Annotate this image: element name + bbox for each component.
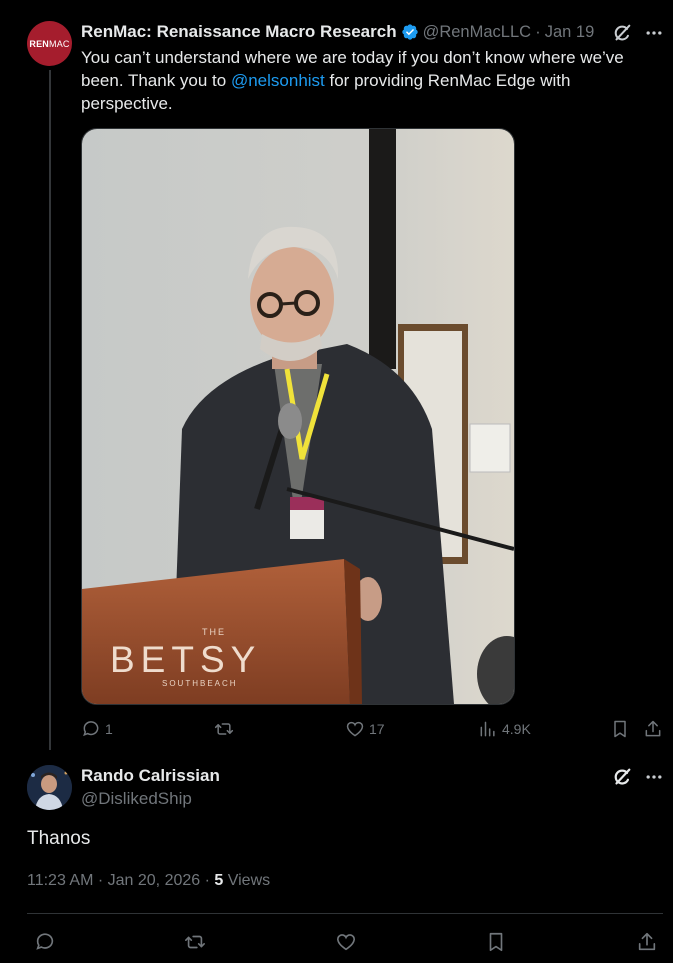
reply-icon[interactable]: [34, 931, 56, 953]
more-icon[interactable]: [643, 23, 665, 43]
reply-views-label: Views: [223, 872, 271, 889]
thread-connector-line: [49, 70, 51, 750]
more-icon[interactable]: [643, 767, 665, 787]
podium-text-the: THE: [202, 627, 226, 637]
like-icon[interactable]: [335, 931, 357, 953]
divider: [27, 913, 663, 914]
speaker-photo-illustration: THE BETSY SOUTHBEACH: [82, 129, 514, 704]
views-icon: [480, 721, 495, 737]
grok-icon[interactable]: [611, 22, 633, 44]
views-count: 4.9K: [502, 721, 531, 737]
bookmark-button[interactable]: [610, 717, 634, 741]
reply-icon: [83, 721, 99, 737]
rando-avatar[interactable]: [27, 765, 72, 810]
share-icon: [645, 720, 661, 737]
tweet-date[interactable]: Jan 19: [545, 23, 595, 42]
reply-text: Thanos: [27, 828, 91, 849]
tweet-photo[interactable]: THE BETSY SOUTHBEACH: [81, 128, 515, 705]
verified-badge-icon: [401, 24, 418, 40]
tweet-text: You can’t understand where we are today …: [81, 46, 651, 115]
repost-icon: [214, 723, 234, 735]
avatar-logo-text: RENMAC: [29, 38, 70, 49]
repost-icon[interactable]: [184, 931, 206, 953]
reply-author-handle[interactable]: @DislikedShip: [81, 789, 192, 809]
mention-link[interactable]: @nelsonhist: [231, 71, 325, 90]
podium-text-southbeach: SOUTHBEACH: [162, 679, 238, 688]
views-button[interactable]: 4.9K: [478, 717, 531, 741]
reply-time[interactable]: 11:23 AM · Jan 20, 2026 ·: [27, 872, 214, 889]
share-icon[interactable]: [636, 931, 658, 953]
reply-author-name[interactable]: Rando Calrissian: [81, 766, 220, 786]
reply-timestamp-line: 11:23 AM · Jan 20, 2026 · 5 Views: [27, 872, 270, 890]
bookmark-icon: [614, 720, 626, 738]
share-button[interactable]: [643, 717, 667, 741]
bookmark-icon[interactable]: [485, 931, 507, 953]
tweet-header: RenMac: Renaissance Macro Research @RenM…: [81, 22, 594, 42]
reply-button[interactable]: 1: [81, 717, 113, 741]
podium-brand-text: BETSY: [110, 639, 261, 680]
reply-views-count: 5: [214, 872, 224, 889]
author-handle[interactable]: @RenMacLLC: [423, 23, 531, 42]
like-icon: [346, 721, 364, 737]
like-count: 17: [369, 721, 385, 737]
renmac-avatar[interactable]: RENMAC: [27, 21, 72, 66]
grok-icon[interactable]: [611, 766, 633, 788]
avatar-photo: [27, 765, 72, 810]
like-button[interactable]: 17: [345, 717, 385, 741]
repost-button[interactable]: [214, 717, 238, 741]
author-name[interactable]: RenMac: Renaissance Macro Research: [81, 22, 397, 42]
separator-dot: ·: [535, 22, 541, 41]
reply-count: 1: [105, 721, 113, 737]
